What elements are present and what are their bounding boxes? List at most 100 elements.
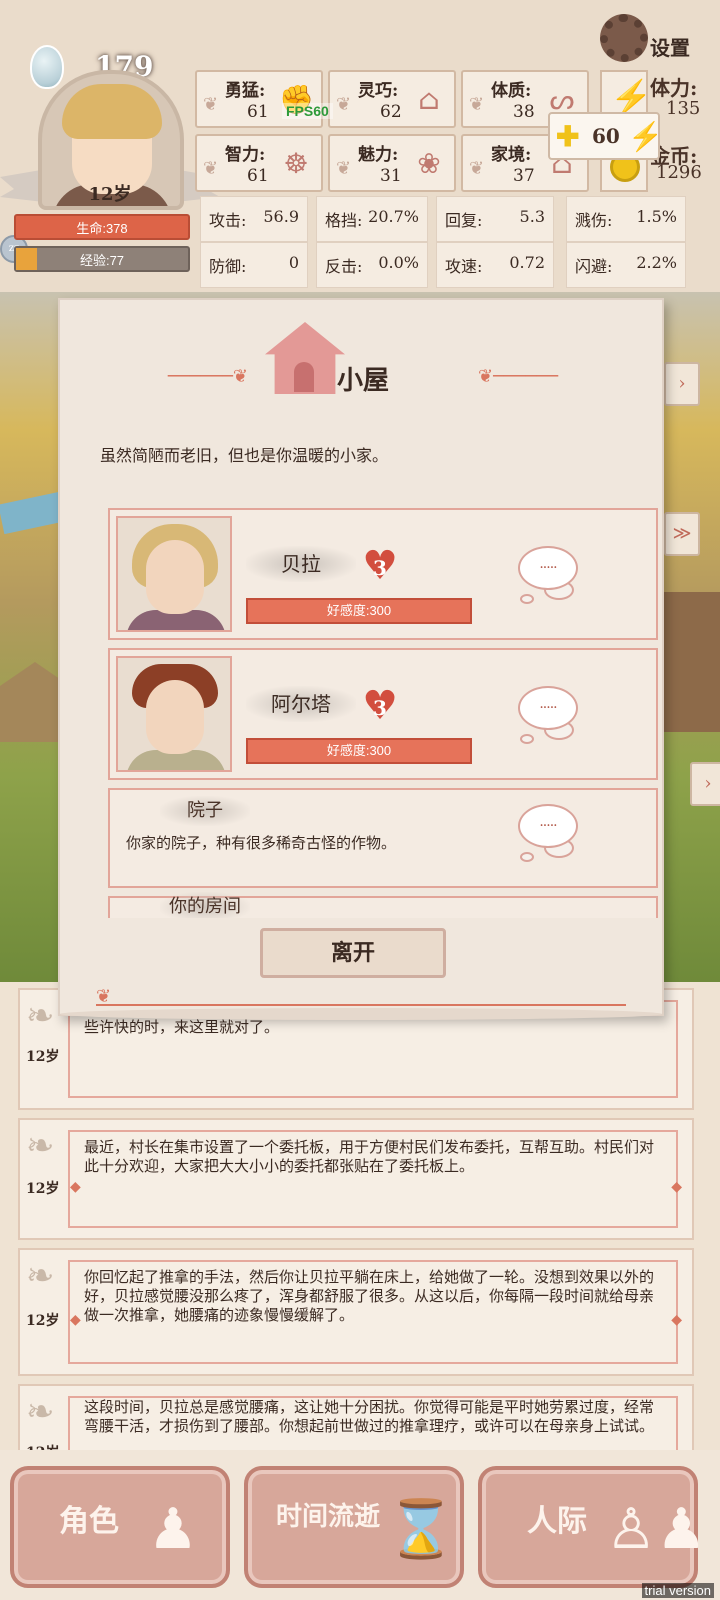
gold-value: 1296 xyxy=(656,162,702,183)
npc-level: 3 xyxy=(373,556,387,580)
npc-portrait xyxy=(116,516,232,632)
stat-key: 溅伤: xyxy=(575,211,613,230)
combat-stat: 攻击: 56.9 xyxy=(200,196,308,242)
nav-social-button[interactable]: 人际 ♙♟ xyxy=(478,1466,707,1588)
hp-label: 生命:378 xyxy=(76,221,128,236)
portrait-face xyxy=(146,680,204,754)
feather-icon: ❧ xyxy=(26,1126,55,1166)
stat-value: 5.3 xyxy=(519,207,545,226)
attr-label: 家境: xyxy=(491,145,532,165)
chat-bubble-tiny xyxy=(520,594,534,604)
npc-card-bella[interactable]: 贝拉 ♥ 3 好感度:300 ····· xyxy=(108,508,658,640)
nav-label: 时间流逝 xyxy=(275,1502,380,1532)
cloak-icon: ⌂ xyxy=(418,83,440,116)
ornament-icon: ❦ xyxy=(469,94,485,115)
feather-icon: ❧ xyxy=(26,1256,55,1296)
npc-name: 贝拉 xyxy=(246,546,356,582)
stat-key: 回复: xyxy=(445,211,483,230)
lightning-icon: ⚡ xyxy=(628,120,663,153)
location-card-yard[interactable]: 院子 你家的院子，种有很多稀奇古怪的作物。 ····· xyxy=(108,788,658,888)
npc-name: 阿尔塔 xyxy=(246,686,356,722)
people-icon: ♙♟ xyxy=(606,1497,707,1562)
bottom-nav: 角色 ♟ 时间流逝 ⌛ 人际 ♙♟ trial version xyxy=(0,1450,720,1600)
chat-bubble-button[interactable]: ····· xyxy=(518,546,582,606)
log-text: 这段时间，贝拉总是感觉腰痛，这让她十分困扰。你觉得可能是平时她劳累过度，经常弯腰… xyxy=(84,1398,655,1435)
diamond-icon: ◆ xyxy=(671,1179,682,1195)
log-age: 12岁 xyxy=(26,1049,60,1065)
stamina-gain-popup: ✚ 60 ⚡ xyxy=(548,112,663,160)
location-card-partial[interactable]: 你的房间 xyxy=(108,892,658,918)
log-age: 12岁 xyxy=(26,1181,60,1197)
stamina-label: 体力: xyxy=(650,76,698,100)
ornament-icon: ❦ xyxy=(336,158,352,179)
log-entry: ❧ 12岁 这段时间，贝拉总是感觉腰痛，这让她十分困扰。你觉得可能是平时她劳累过… xyxy=(18,1384,694,1461)
plus-icon: ✚ xyxy=(556,120,580,153)
chat-bubble-button[interactable]: ····· xyxy=(518,686,582,746)
map-side-button[interactable]: › xyxy=(664,362,700,406)
attr-card-agility[interactable]: ❦ 灵巧: 62 ⌂ xyxy=(328,70,456,128)
map-arrow-button[interactable]: ≫ xyxy=(664,512,700,556)
stat-key: 格挡: xyxy=(325,211,363,230)
ornament-icon: ❦ xyxy=(203,158,219,179)
character-icon: ♟ xyxy=(147,1497,199,1562)
combat-stat: 闪避: 2.2% xyxy=(566,242,686,288)
stat-value: 0 xyxy=(288,253,299,272)
leave-button[interactable]: 离开 xyxy=(260,928,446,978)
stat-value: 20.7% xyxy=(368,207,419,226)
chat-icon: ····· xyxy=(518,546,578,590)
stat-key: 攻速: xyxy=(445,257,483,276)
stat-value: 2.2% xyxy=(636,253,677,272)
ornament-icon: ❦ xyxy=(336,94,352,115)
player-age: 12岁 xyxy=(88,184,132,205)
chat-icon: ····· xyxy=(518,804,578,848)
fps-counter: FPS60 xyxy=(282,103,333,119)
attr-value: 37 xyxy=(513,166,535,186)
log-entry: ❧ ◆ ◆ 12岁 最近，村长在集市设置了一个委托板，用于方便村民们发布委托，互… xyxy=(18,1118,694,1240)
chat-bubble-tiny xyxy=(520,852,534,862)
avatar-hair xyxy=(62,84,162,139)
attr-card-intellect[interactable]: ❦ 智力: 61 ☸ xyxy=(195,134,323,192)
heart-icon: ♥ 3 xyxy=(360,686,400,726)
location-name: 你的房间 xyxy=(160,892,250,918)
location-name: 院子 xyxy=(160,796,250,826)
stat-key: 闪避: xyxy=(575,257,613,276)
attr-label: 魅力: xyxy=(358,145,399,165)
settings-button[interactable]: 设置 xyxy=(600,14,700,62)
ornament-icon: ❦ xyxy=(469,158,485,179)
npc-card-alta[interactable]: 阿尔塔 ♥ 3 好感度:300 ····· xyxy=(108,648,658,780)
map-side-button[interactable]: › xyxy=(690,762,720,806)
attr-value: 62 xyxy=(380,102,402,122)
stat-key: 反击: xyxy=(325,257,363,276)
log-entry: ❧ ◆ ◆ 12岁 你回忆起了推拿的手法，然后你让贝拉平躺在床上，给她做了一轮。… xyxy=(18,1248,694,1376)
chat-bubble-button[interactable]: ····· xyxy=(518,804,582,864)
xp-bar-fill xyxy=(16,248,37,270)
attr-card-bravery[interactable]: ❦ 勇猛: 61 ✊ xyxy=(195,70,323,128)
stat-key: 攻击: xyxy=(209,211,247,230)
combat-stat: 攻速: 0.72 xyxy=(436,242,554,288)
affection-bar: 好感度:300 xyxy=(246,738,472,764)
attr-value: 31 xyxy=(380,166,402,186)
stamina-gain-value: 60 xyxy=(592,124,620,148)
gear-icon xyxy=(600,14,648,62)
combat-stat: 反击: 0.0% xyxy=(316,242,428,288)
npc-portrait xyxy=(116,656,232,772)
attr-card-charm[interactable]: ❦ 魅力: 31 ❀ xyxy=(328,134,456,192)
location-description: 你家的院子，种有很多稀奇古怪的作物。 xyxy=(126,834,397,852)
ornament-icon: ❦ xyxy=(203,94,219,115)
stamina-value: 135 xyxy=(666,98,701,119)
bottom-ornament: ❦ xyxy=(96,986,626,1007)
log-text: 些许快的时，来这里就对了。 xyxy=(84,1018,280,1036)
nav-time-button[interactable]: 时间流逝 ⌛ xyxy=(244,1466,464,1588)
log-age: 12岁 xyxy=(26,1313,60,1329)
diamond-icon: ◆ xyxy=(70,1312,81,1328)
status-header: 179 12岁 zz 生命:378 经验:77 ❦ 勇猛: 61 ✊ ❦ 灵巧:… xyxy=(0,0,720,292)
trial-watermark: trial version xyxy=(641,1583,714,1598)
attr-label: 勇猛: xyxy=(225,81,266,101)
stat-value: 0.0% xyxy=(378,253,419,272)
nav-character-button[interactable]: 角色 ♟ xyxy=(10,1466,230,1588)
diamond-icon: ◆ xyxy=(70,1179,81,1195)
hourglass-icon: ⌛ xyxy=(386,1497,456,1562)
chat-bubble-tiny xyxy=(520,734,534,744)
attr-value: 61 xyxy=(247,166,269,186)
cottage-list[interactable]: 贝拉 ♥ 3 好感度:300 ····· 阿尔塔 ♥ 3 好感度:300 ····· xyxy=(108,508,658,918)
